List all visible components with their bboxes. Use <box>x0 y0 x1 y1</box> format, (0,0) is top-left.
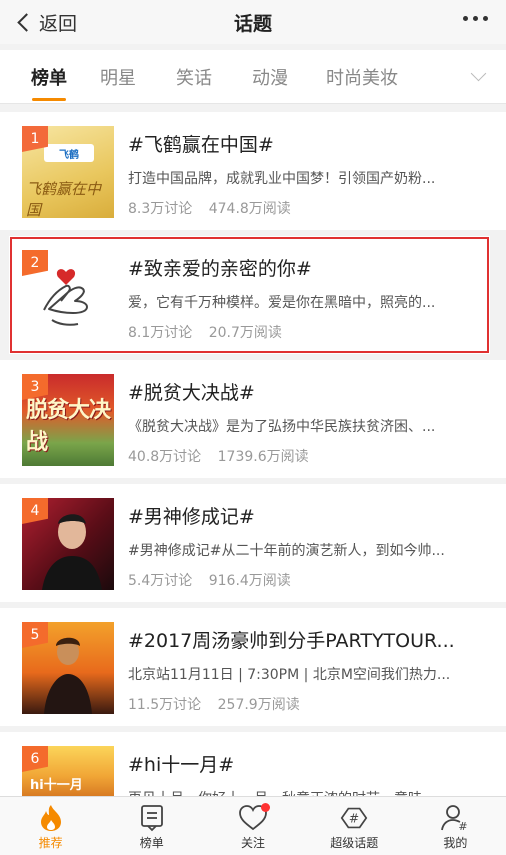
topic-title: #飞鹤赢在中国# <box>128 134 274 156</box>
more-options-icon[interactable] <box>463 16 488 21</box>
nav-label: 推荐 <box>38 836 63 850</box>
tab-stars[interactable]: 明星 <box>80 50 156 104</box>
topic-description: 北京站11月11日 | 7:30PM | 北京M空间我们热力... <box>128 667 451 683</box>
nav-label: 我的 <box>443 836 468 850</box>
nav-super-topic[interactable]: # 超级话题 <box>304 797 405 855</box>
topic-item[interactable]: 1 飞鹤 飞鹤赢在中国 #飞鹤赢在中国# 打造中国品牌，成就乳业中国梦！引领国产… <box>0 112 506 230</box>
svg-text:#: # <box>349 812 359 826</box>
chevron-left-icon <box>17 12 36 32</box>
nav-rankings[interactable]: 榜单 <box>101 797 202 855</box>
nav-recommend[interactable]: 推荐 <box>0 797 101 855</box>
topic-stats: 8.1万讨论 20.7万阅读 <box>128 322 488 342</box>
topic-title: #2017周汤豪帅到分手PARTYTOUR... <box>128 630 455 652</box>
tab-rankings[interactable]: 榜单 <box>18 50 80 104</box>
topic-item[interactable]: 5 #2017周汤豪帅到分手PARTYTOUR... 北京站11月11日 | 7… <box>0 608 506 726</box>
thumbnail-caption: 飞鹤赢在中国 <box>26 180 102 218</box>
topic-item[interactable]: 3 脱贫大决战 #脱贫大决战# 《脱贫大决战》是为了弘扬中华民族扶贫济困、...… <box>0 360 506 478</box>
read-count: 257.9万阅读 <box>217 697 300 713</box>
topic-thumbnail: 5 <box>22 622 114 714</box>
tab-anime[interactable]: 动漫 <box>232 50 308 104</box>
tab-fashion-beauty[interactable]: 时尚美妆 <box>308 50 416 104</box>
flame-icon <box>35 803 67 833</box>
tab-jokes[interactable]: 笑话 <box>156 50 232 104</box>
topic-title: #男神修成记# <box>128 506 255 528</box>
topic-thumbnail: 1 飞鹤 飞鹤赢在中国 <box>22 126 114 218</box>
topic-description: #男神修成记#从二十年前的演艺新人，到如今帅... <box>128 543 445 559</box>
topic-stats: 5.4万讨论 916.4万阅读 <box>128 570 488 590</box>
discussion-count: 8.1万讨论 <box>128 325 193 341</box>
nav-label: 超级话题 <box>330 836 379 850</box>
topic-title: #脱贫大决战# <box>128 382 255 404</box>
topic-description: 《脱贫大决战》是为了弘扬中华民族扶贫济困、... <box>128 419 436 435</box>
topic-description: 爱，它有千万种模样。爱是你在黑暗中，照亮的... <box>128 295 436 311</box>
page-title: 话题 <box>233 12 272 35</box>
super-topic-icon: # <box>338 803 370 833</box>
nav-label: 关注 <box>241 836 266 850</box>
topic-stats: 11.5万讨论 257.9万阅读 <box>128 694 488 714</box>
thumbnail-caption: 脱贫大决战 <box>26 398 111 455</box>
top-bar: 返回 话题 <box>0 0 506 44</box>
read-count: 916.4万阅读 <box>208 573 291 589</box>
topic-item[interactable]: 6 hi十一月 #hi十一月# 再见十月，你好十一月，秋意正浓的时节，意味... <box>0 732 506 807</box>
topic-title: #致亲爱的亲密的你# <box>128 258 312 280</box>
thumbnail-caption: hi十一月 <box>30 778 83 793</box>
topic-item[interactable]: 4 #男神修成记# #男神修成记#从二十年前的演艺新人，到如今帅... 5.4万… <box>0 484 506 602</box>
topic-thumbnail: 6 hi十一月 <box>22 746 114 796</box>
topic-thumbnail: 3 脱贫大决战 <box>22 374 114 466</box>
discussion-count: 5.4万讨论 <box>128 573 193 589</box>
topic-item[interactable]: 2 #致亲爱的亲密的你# 爱，它有千万种模样。爱是你在黑暗中，照亮的... 8.… <box>9 236 490 354</box>
topic-thumbnail: 2 <box>22 250 114 342</box>
svg-text:#: # <box>459 820 468 832</box>
nav-label: 榜单 <box>139 836 164 850</box>
topic-stats: 8.3万讨论 474.8万阅读 <box>128 198 488 218</box>
topic-stats: 40.8万讨论 1739.6万阅读 <box>128 446 488 466</box>
thumbnail-logo: 飞鹤 <box>44 144 94 162</box>
category-tabs: 榜单 明星 笑话 动漫 时尚美妆 <box>0 50 506 104</box>
nav-profile[interactable]: # 我的 <box>405 797 506 855</box>
topic-description: 打造中国品牌，成就乳业中国梦！引领国产奶粉... <box>128 171 436 187</box>
discussion-count: 8.3万讨论 <box>128 201 193 217</box>
profile-icon: # <box>439 803 471 833</box>
read-count: 20.7万阅读 <box>208 325 282 341</box>
nav-follow[interactable]: 关注 <box>202 797 303 855</box>
discussion-count: 40.8万讨论 <box>128 449 202 465</box>
back-label: 返回 <box>39 12 78 35</box>
bottom-nav: 推荐 榜单 关注 # 超级话题 # 我的 <box>0 796 506 855</box>
back-button[interactable]: 返回 <box>14 0 77 44</box>
topic-thumbnail: 4 <box>22 498 114 590</box>
read-count: 474.8万阅读 <box>208 201 291 217</box>
topic-title: #hi十一月# <box>128 754 235 776</box>
list-icon <box>136 803 168 833</box>
read-count: 1739.6万阅读 <box>217 449 309 465</box>
discussion-count: 11.5万讨论 <box>128 697 202 713</box>
